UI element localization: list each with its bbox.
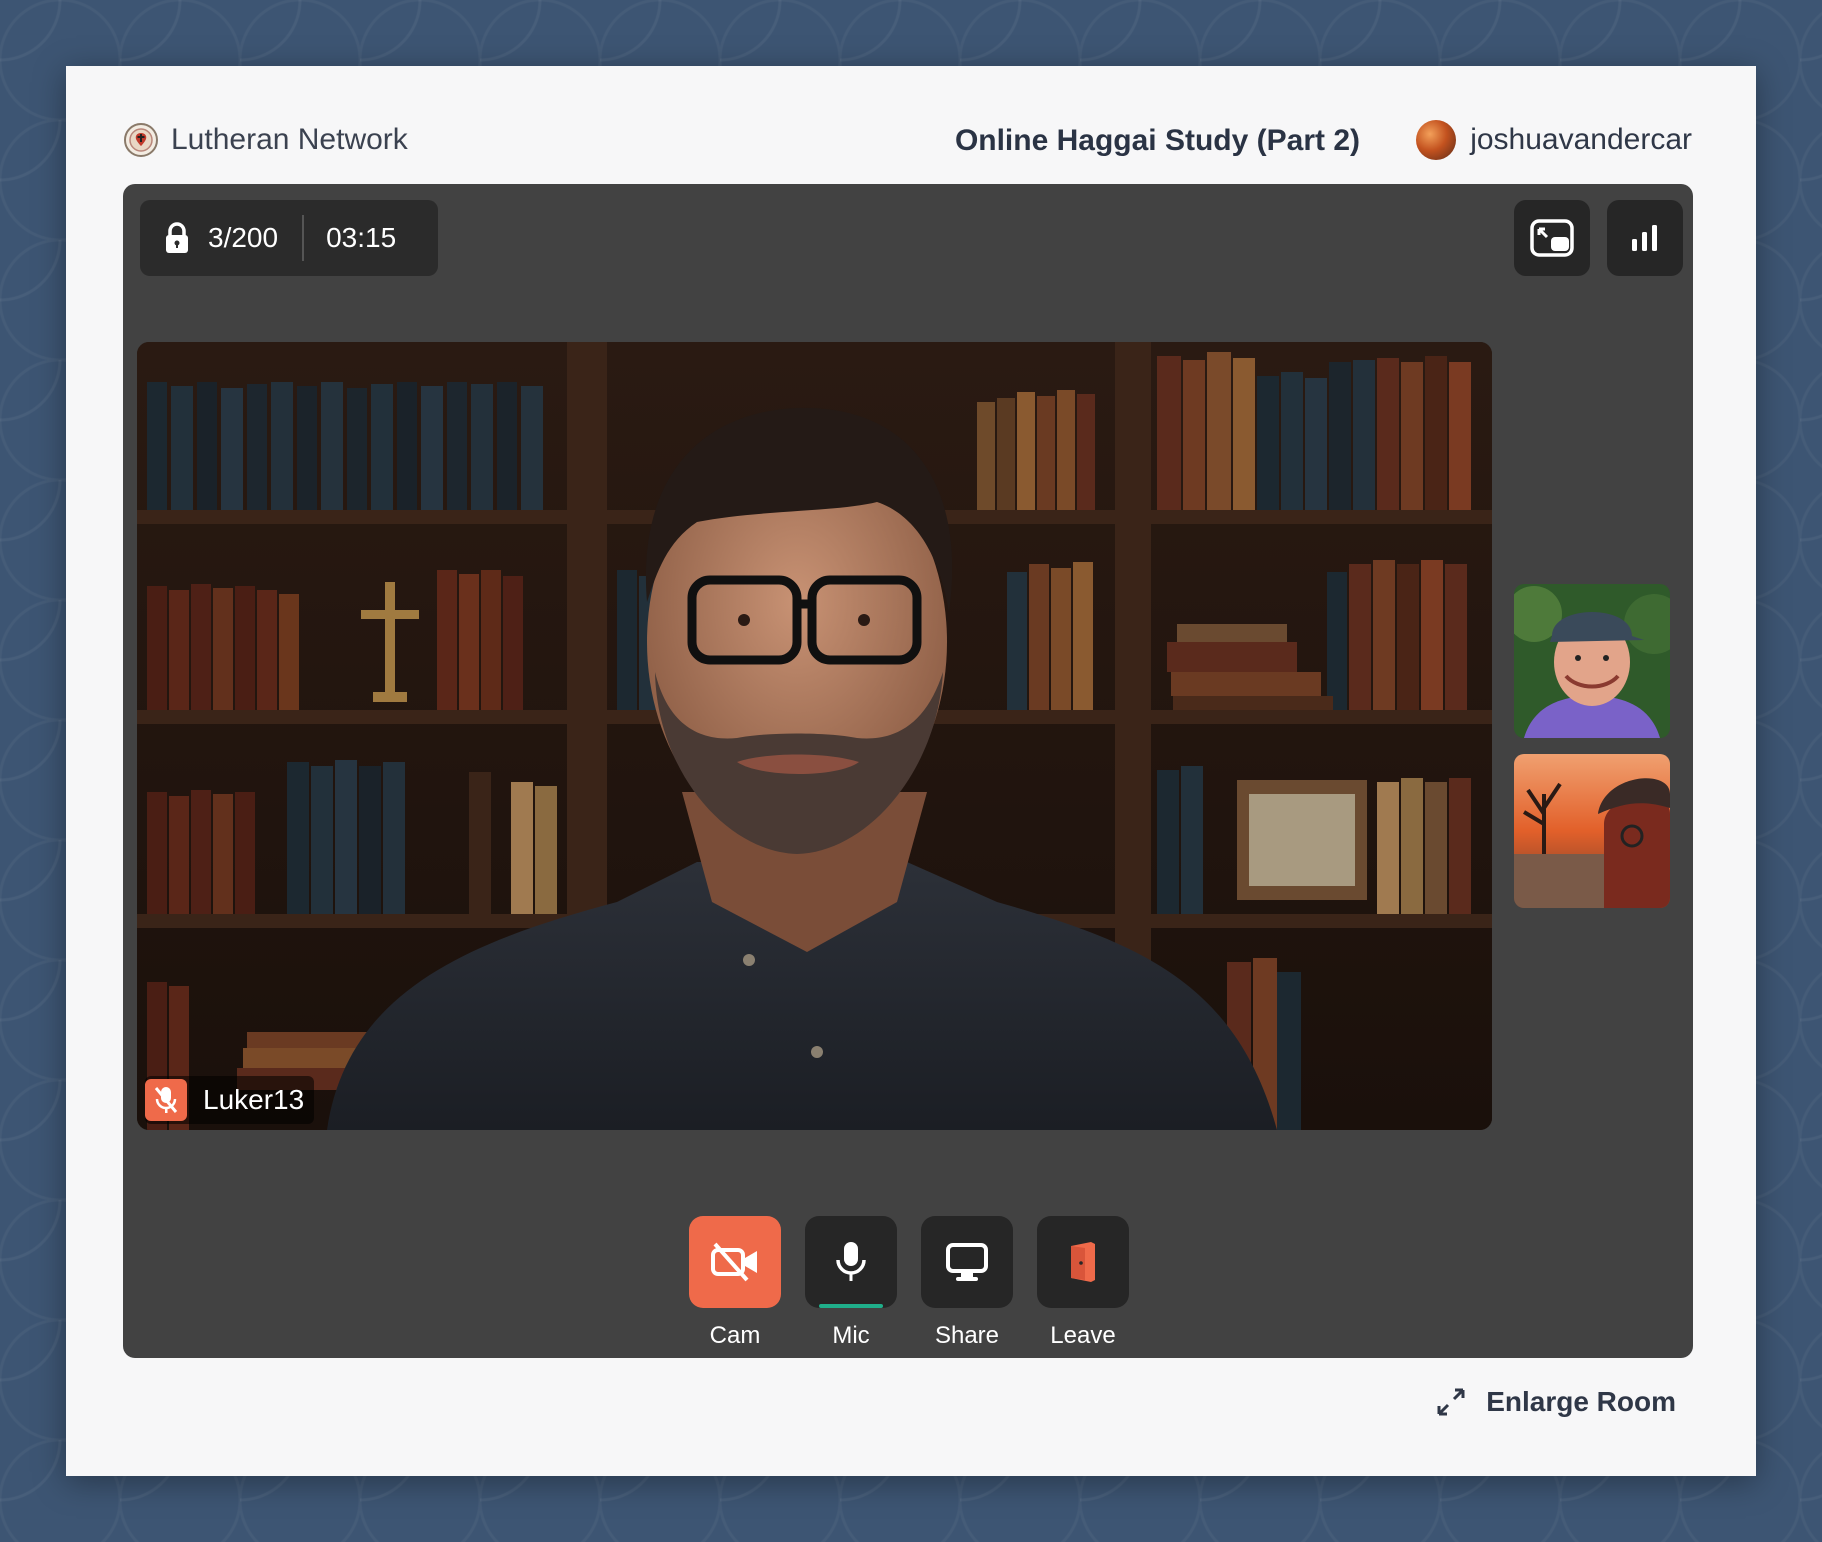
participant-count: 3/200 [208,222,279,253]
meeting-title: Online Haggai Study (Part 2) [954,124,1360,157]
lock-icon [166,222,188,253]
meeting-card: Lutheran Network Online Haggai Study (Pa… [66,66,1756,1476]
brand-name: Lutheran Network [171,123,408,156]
enlarge-room-label: Enlarge Room [1486,1386,1676,1417]
video-room: 3/200 03:15 Luker13 Cam Mic Share Leave [123,184,1693,1358]
user-menu[interactable]: joshuavandercar [1416,120,1692,160]
speaker-name: Luker13 [203,1084,305,1115]
luther-rose-icon [124,123,158,157]
speaker-video-feed [137,342,1492,1130]
call-controls: Cam Mic Share Leave [689,1216,1129,1350]
camera-off-icon [711,1242,757,1282]
mic-control: Mic [805,1216,897,1350]
bar-chart-icon [1632,225,1657,251]
share-button[interactable] [921,1216,1013,1308]
picture-in-picture-icon [1530,219,1574,257]
elapsed-time: 03:15 [326,222,397,253]
mic-label: Mic [832,1322,870,1349]
mic-button[interactable] [805,1216,897,1308]
screen-share-icon [946,1243,988,1281]
expand-icon [1437,1388,1465,1416]
avatar [1416,120,1457,160]
header: Lutheran Network Online Haggai Study (Pa… [66,66,1756,186]
speaker-name-tag: Luker13 [145,1076,315,1124]
user-name: joshuavandercar [1470,123,1692,156]
cam-label: Cam [709,1322,761,1349]
stats-button[interactable] [1607,200,1683,276]
main-video[interactable]: Luker13 [137,342,1492,1130]
microphone-icon [836,1242,866,1281]
picture-in-picture-button[interactable] [1514,200,1590,276]
cam-control: Cam [689,1216,781,1350]
muted-mic-icon [145,1079,187,1121]
divider [302,215,305,261]
participant-thumbnail[interactable] [1514,584,1670,738]
share-control: Share [921,1216,1013,1350]
brand[interactable]: Lutheran Network [123,122,408,158]
leave-control: Leave [1037,1216,1129,1350]
leave-button[interactable] [1037,1216,1129,1308]
cam-button[interactable] [689,1216,781,1308]
door-exit-icon [1071,1242,1095,1282]
leave-label: Leave [1050,1322,1116,1349]
share-label: Share [934,1322,1000,1349]
participant-thumbnail[interactable] [1514,754,1670,908]
mic-level-indicator [819,1304,883,1308]
room-stats: 3/200 03:15 [140,200,438,276]
enlarge-room-button[interactable]: Enlarge Room [1436,1386,1676,1418]
